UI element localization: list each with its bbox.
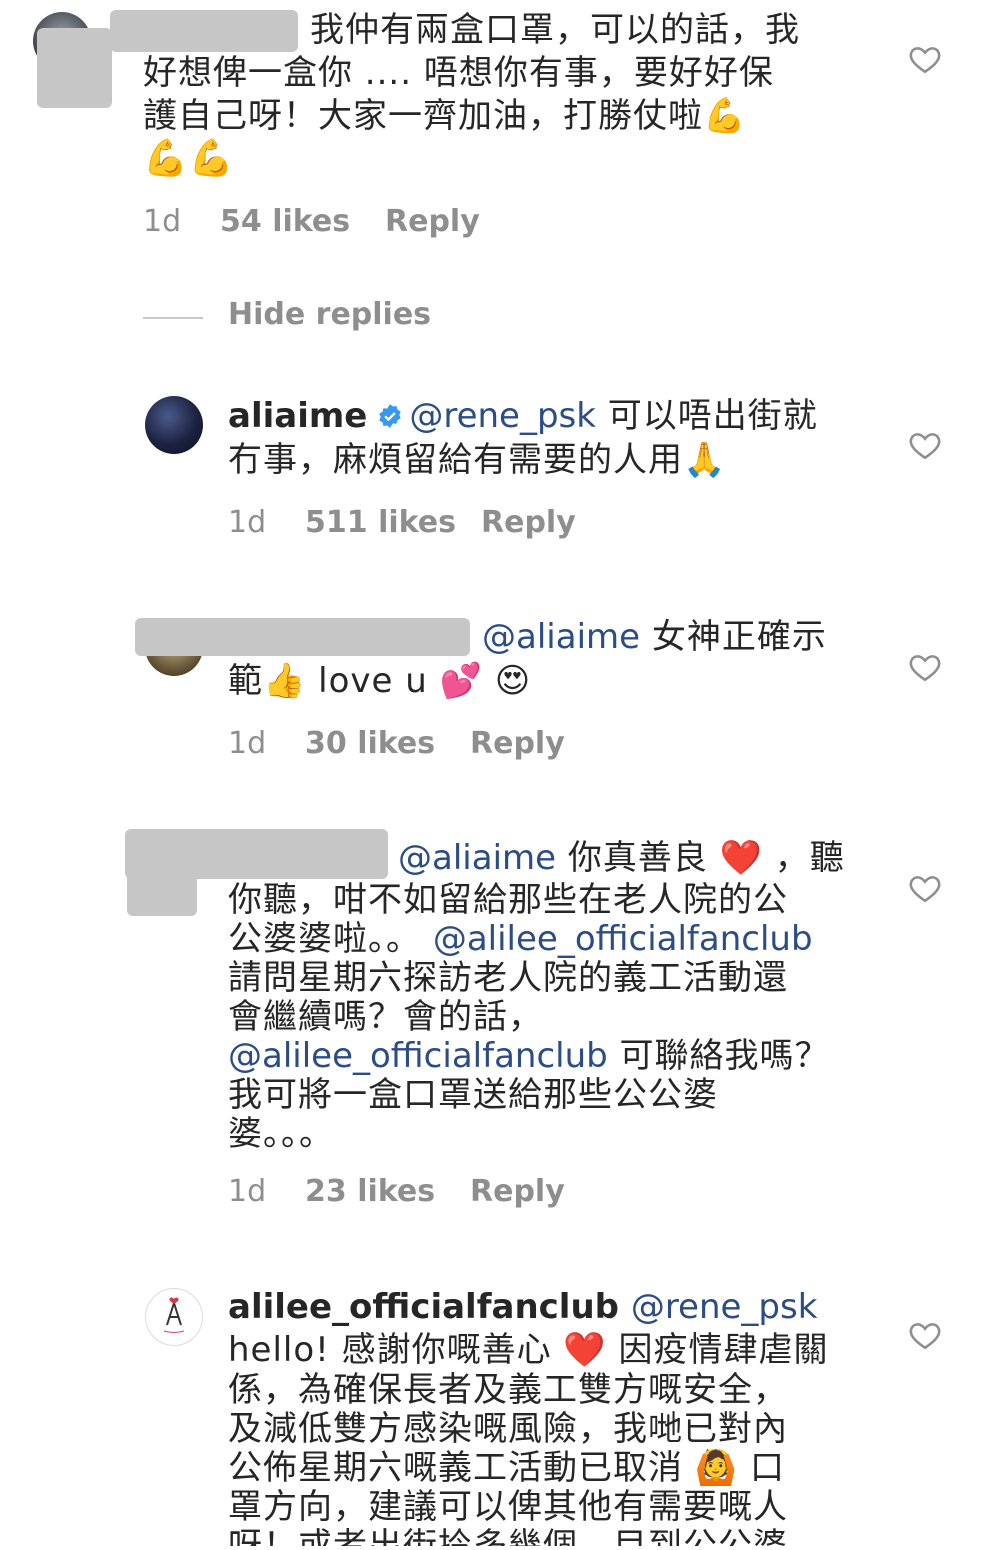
redacted-username (37, 28, 112, 108)
comment-first-line: @aliaime 女神正確示 (482, 617, 827, 657)
comment-text: 你真善良 ❤️ ，聽 (567, 838, 845, 878)
verified-badge-icon (379, 403, 402, 428)
comment-text: 可以唔出街就 (607, 396, 818, 436)
avatar[interactable] (145, 396, 203, 454)
comment-age: 1d (228, 726, 267, 761)
reply-button[interactable]: Reply (481, 505, 576, 540)
redacted-username (135, 618, 470, 656)
like-heart-icon[interactable] (908, 871, 942, 905)
reply-button[interactable]: Reply (470, 1174, 565, 1209)
comment-first-line: @aliaime 你真善良 ❤️ ，聽 (398, 838, 845, 878)
hide-replies-label[interactable]: Hide replies (228, 297, 431, 332)
comment-text: 💪💪 (143, 138, 235, 179)
comment-age: 1d (228, 505, 267, 540)
reply-button[interactable]: Reply (470, 726, 565, 761)
likes-count[interactable]: 23 likes (305, 1174, 435, 1209)
likes-count[interactable]: 511 likes (305, 505, 456, 540)
comment-text: 呀！或者出街拎多幾個，目到公公婆 (228, 1526, 788, 1546)
fanclub-logo-icon (163, 1297, 185, 1333)
mention-link[interactable]: @rene_psk (631, 1287, 818, 1327)
comment-age: 1d (228, 1174, 267, 1209)
comment-text: 我可將一盒口罩送給那些公公婆 (228, 1075, 718, 1115)
likes-count[interactable]: 30 likes (305, 726, 435, 761)
mention-link[interactable]: @alilee_officialfanclub (228, 1036, 608, 1076)
like-heart-icon[interactable] (908, 650, 942, 684)
comment-text: 你聽，咁不如留給那些在老人院的公 (228, 880, 788, 920)
comment-first-line: aliaime @rene_psk 可以唔出街就 (228, 396, 818, 436)
comment-text: 可聯絡我嗎？ (619, 1036, 830, 1076)
comment-line: @alilee_officialfanclub 可聯絡我嗎？ (228, 1036, 830, 1076)
comment-text: 冇事，麻煩留給有需要的人用🙏 (228, 440, 727, 480)
redacted-username (110, 10, 298, 52)
comment-age: 1d (143, 204, 182, 239)
redacted-avatar (127, 860, 197, 916)
reply-button[interactable]: Reply (385, 204, 480, 239)
comment-text: 及減低雙方感染嘅風險，我哋已對內 (228, 1409, 788, 1449)
like-heart-icon[interactable] (908, 42, 942, 76)
fanclub-logo-avatar[interactable] (145, 1288, 203, 1346)
username[interactable]: alilee_officialfanclub (228, 1287, 619, 1327)
comment-text: 好想俾一盒你 .... 唔想你有事，要好好保 (143, 53, 774, 93)
mention-link[interactable]: @aliaime (482, 617, 640, 657)
username[interactable]: aliaime (228, 396, 367, 436)
comment-text: 係，為確保長者及義工雙方嘅安全， (228, 1370, 788, 1410)
comment-text: 請問星期六探訪老人院的義工活動還 (228, 958, 788, 998)
divider (143, 317, 203, 319)
like-heart-icon[interactable] (908, 1318, 942, 1352)
comment-text: 會繼續嗎？會的話， (228, 997, 543, 1037)
comment-text: 女神正確示 (651, 617, 827, 657)
comment-first-line: alilee_officialfanclub @rene_psk (228, 1287, 817, 1327)
comment-text: 罩方向，建議可以俾其他有需要嘅人 (228, 1487, 788, 1527)
mention-link[interactable]: @aliaime (398, 838, 556, 878)
comment-text: 公佈星期六嘅義工活動已取消 🙆 口 (228, 1448, 785, 1488)
comment-text: 公婆婆啦。。 (228, 919, 421, 959)
likes-count[interactable]: 54 likes (220, 204, 350, 239)
comment-text: 婆。。。 (228, 1114, 334, 1154)
comment-text: 護自己呀！大家一齊加油，打勝仗啦💪 (143, 96, 747, 136)
comment-text: 我仲有兩盒口罩，可以的話，我 (310, 10, 800, 50)
mention-link[interactable]: @rene_psk (409, 396, 596, 436)
mention-link[interactable]: @alilee_officialfanclub (433, 919, 813, 959)
comment-line: 公婆婆啦。。 @alilee_officialfanclub (228, 919, 813, 959)
comment-text: hello! 感謝你嘅善心 ❤️ 因疫情肆虐關 (228, 1330, 829, 1370)
like-heart-icon[interactable] (908, 428, 942, 462)
comment-text: 範👍 love u 💕 😍 (228, 661, 532, 701)
